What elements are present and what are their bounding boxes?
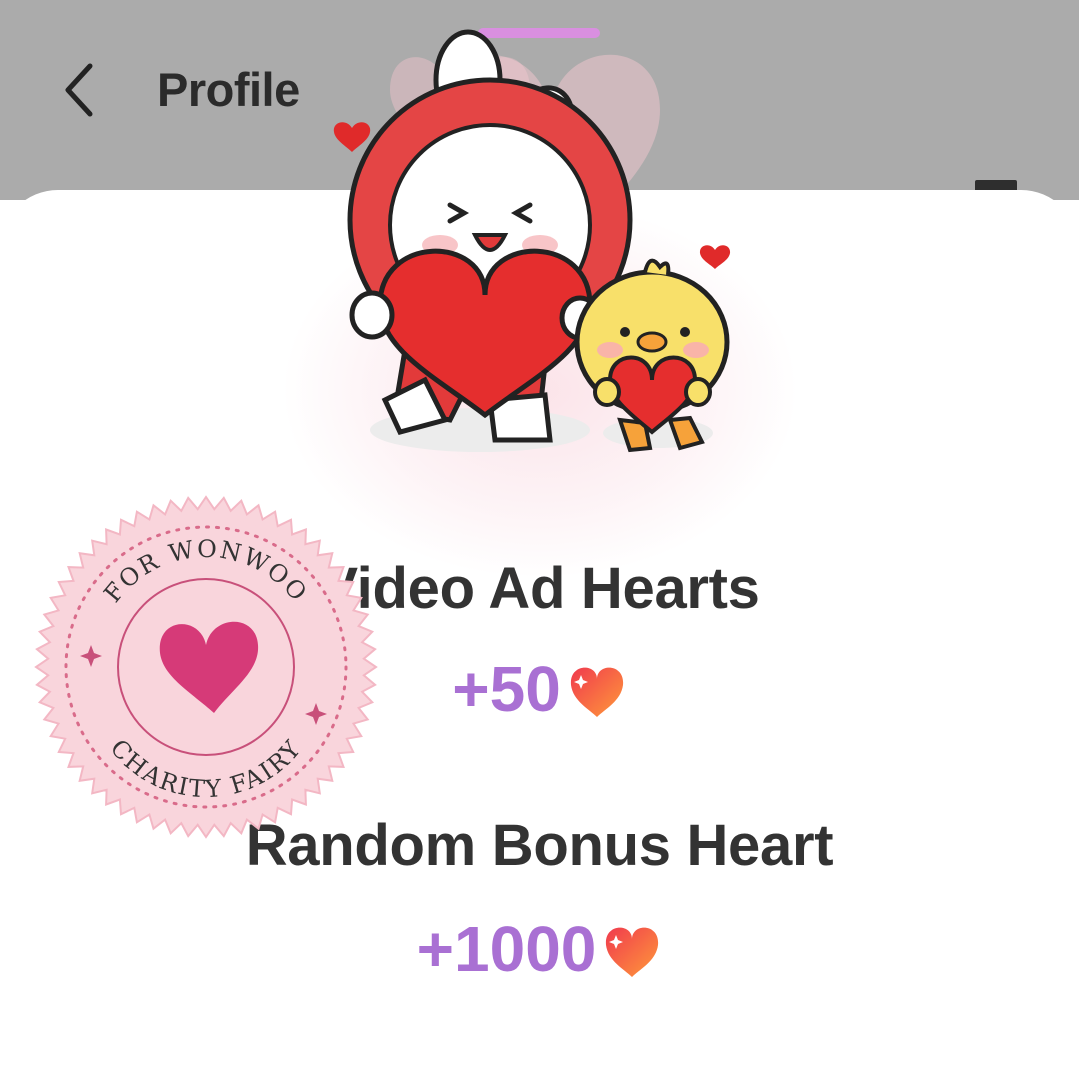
heart-icon — [570, 667, 623, 717]
heart-icon — [606, 927, 659, 977]
video-ad-hearts-amount: +50 — [452, 653, 561, 725]
random-bonus-heart-reward: +1000 — [0, 912, 1079, 986]
bunny-chick-illustration — [333, 29, 731, 453]
chevron-left-icon — [65, 63, 93, 117]
page-title: Profile — [157, 63, 300, 116]
charity-fairy-stamp: FOR WONWOO CHARITY FAIRY — [34, 495, 378, 839]
random-bonus-heart-amount: +1000 — [416, 913, 597, 985]
back-button[interactable] — [50, 55, 110, 125]
